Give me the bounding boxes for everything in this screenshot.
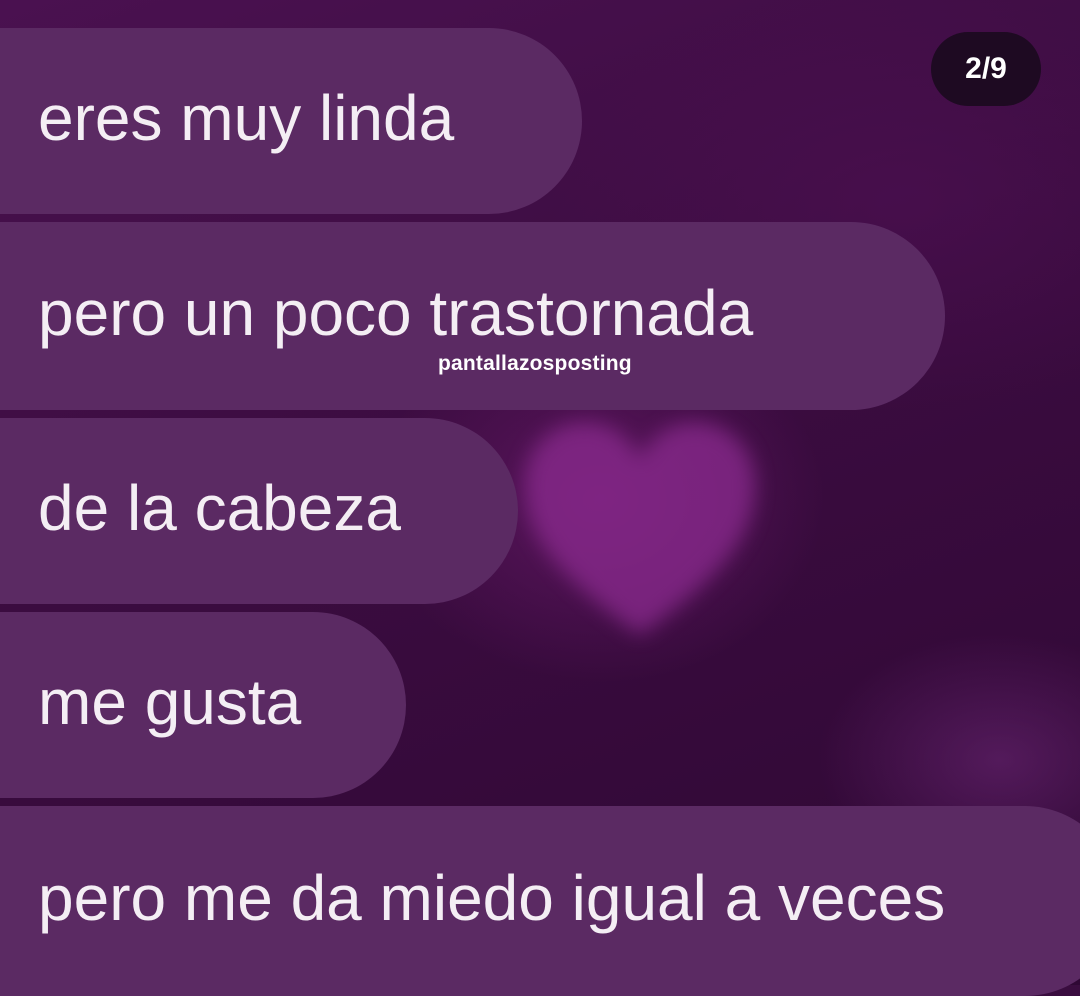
message-bubble: pero un poco trastornada <box>0 222 945 410</box>
message-text: de la cabeza <box>38 472 401 544</box>
heart-icon <box>525 422 755 635</box>
message-text: pero un poco trastornada <box>38 277 754 349</box>
message-bubble: de la cabeza <box>0 418 518 604</box>
message-text: eres muy linda <box>38 82 455 154</box>
message-text: me gusta <box>38 666 302 738</box>
message-text: pero me da miedo igual a veces <box>38 862 946 934</box>
message-bubble: me gusta <box>0 612 406 798</box>
message-bubble: pero me da miedo igual a veces <box>0 806 1080 996</box>
message-bubble: eres muy linda <box>0 28 582 214</box>
watermark: pantallazosposting <box>438 352 632 375</box>
slide-counter-badge: 2/9 <box>931 32 1041 106</box>
